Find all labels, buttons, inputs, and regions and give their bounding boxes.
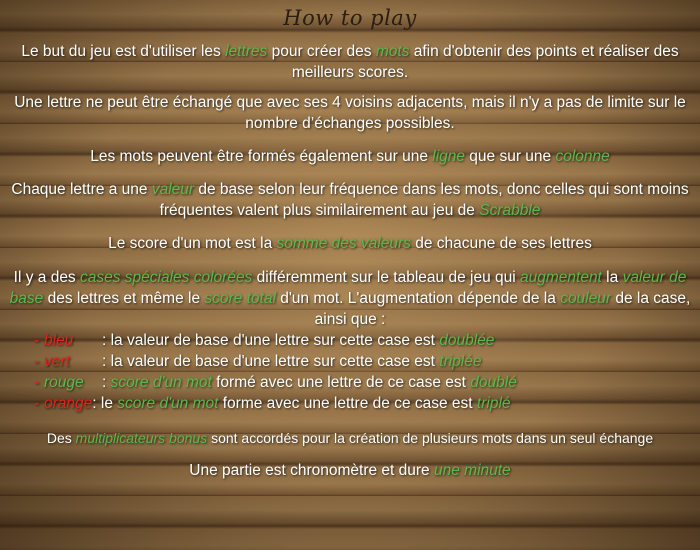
special-cells-paragraph: Il y a des cases spéciales colorées diff… <box>6 267 694 330</box>
text: Les mots peuvent être formés également s… <box>90 148 433 165</box>
swap-paragraph: Une lettre ne peut être échangé que avec… <box>14 94 686 132</box>
text: forme avec une lettre de ce case est <box>218 395 477 412</box>
list-item-bleu: - bleu: la valeur de base d'une lettre su… <box>34 332 495 349</box>
timer-paragraph: Une partie est chronomètre et dure une m… <box>4 460 696 481</box>
text: : <box>102 374 111 391</box>
highlight-lettres: lettres <box>225 43 268 60</box>
text: des lettres et même le <box>43 290 205 307</box>
highlight-colonne: colonne <box>555 148 610 165</box>
text: : la valeur de base d'une lettre sur cet… <box>102 332 440 349</box>
list-item-orange: - orange: le score d'un mot forme avec un… <box>34 395 511 412</box>
value-paragraph: Chaque lettre a une valeur de base selon… <box>4 179 696 221</box>
color-name: bleu <box>44 332 74 349</box>
highlight-ligne: ligne <box>432 148 465 165</box>
highlight-somme: somme des valeurs <box>276 235 411 252</box>
text: sont accordés pour la création de plusie… <box>207 430 654 446</box>
text: la <box>601 269 623 286</box>
highlight-valeur: valeur <box>151 181 195 198</box>
text: d'un mot. L'augmentation dépende de la <box>275 290 561 307</box>
highlight-score-mot: score d'un mot <box>110 374 212 391</box>
text: de chacune de ses lettres <box>410 235 592 252</box>
color-name: orange <box>44 395 93 412</box>
highlight-minute: une minute <box>433 462 511 479</box>
special-cells-section: Il y a des cases spéciales colorées diff… <box>6 267 694 414</box>
text: Le score d'un mot est la <box>108 235 277 252</box>
text: : la valeur de base d'une lettre sur cet… <box>102 353 440 370</box>
text: Le but du jeu est d'utiliser les <box>21 43 226 60</box>
direction-paragraph: Les mots peuvent être formés également s… <box>4 146 696 167</box>
text: que sur une <box>465 148 556 165</box>
highlight-score-mot: score d'un mot <box>117 395 219 412</box>
text: Des <box>46 430 76 446</box>
effect: triplé <box>476 395 511 412</box>
highlight-score-total: score total <box>204 290 276 307</box>
effect: triplée <box>439 353 482 370</box>
page-title: How to play <box>283 6 417 30</box>
highlight-mots: mots <box>375 43 410 60</box>
score-paragraph: Le score d'un mot est la somme des valeu… <box>4 233 696 254</box>
goal-paragraph: Le but du jeu est d'utiliser les lettres… <box>4 41 696 83</box>
highlight-multiplicateurs: multiplicateurs bonus <box>75 430 208 446</box>
instructions: Le but du jeu est d'utiliser les lettres… <box>0 41 700 481</box>
highlight-scrabble: Scrabble <box>479 202 541 219</box>
text: : le <box>92 395 118 412</box>
color-name: vert <box>44 353 70 370</box>
text: Chaque lettre a une <box>11 181 152 198</box>
highlight-augmentent: augmentent <box>520 269 602 286</box>
list-item-vert: - vert: la valeur de base d'une lettre su… <box>34 353 482 370</box>
highlight-cases: cases spéciales colorées <box>80 269 253 286</box>
highlight-couleur: couleur <box>560 290 612 307</box>
text: Une partie est chronomètre et dure <box>189 462 434 479</box>
text: de base selon leur fréquence dans les mo… <box>159 181 689 219</box>
color-name: rouge <box>44 374 84 391</box>
effect: doublé <box>470 374 517 391</box>
effect: doublée <box>439 332 495 349</box>
bonus-paragraph: Des multiplicateurs bonus sont accordés … <box>0 428 700 448</box>
text: différemment sur le tableau de jeu qui <box>252 269 520 286</box>
text: Il y a des <box>13 269 80 286</box>
text: formé avec une lettre de ce case est <box>211 374 471 391</box>
list-item-rouge: - rouge: score d'un mot formé avec une le… <box>34 374 517 391</box>
text: pour créer des <box>267 43 376 60</box>
